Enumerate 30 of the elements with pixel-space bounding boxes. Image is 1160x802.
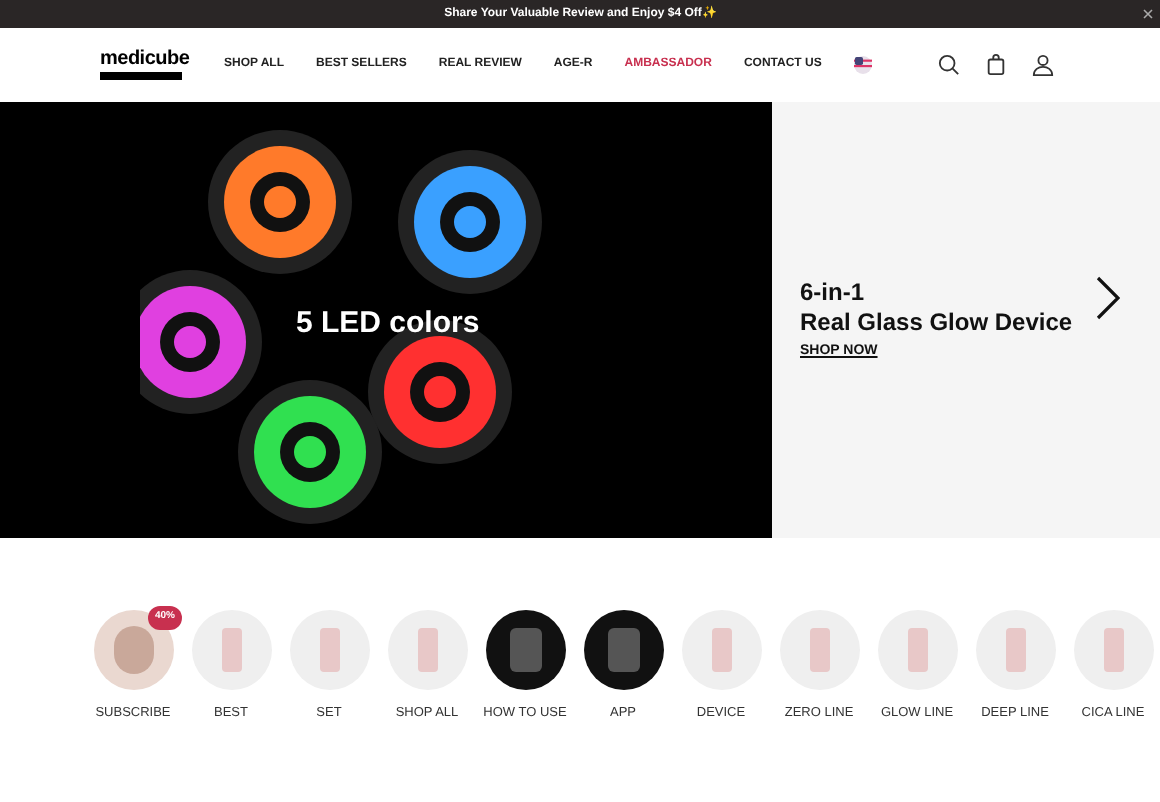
category-thumbnail[interactable] bbox=[191, 610, 271, 690]
product-placeholder bbox=[417, 628, 437, 672]
product-placeholder bbox=[1103, 628, 1123, 672]
product-placeholder bbox=[221, 628, 241, 672]
photo-placeholder bbox=[607, 628, 639, 672]
category-thumbnail[interactable] bbox=[681, 610, 761, 690]
category-thumbnail[interactable] bbox=[975, 610, 1055, 690]
category-thumbnail[interactable] bbox=[485, 610, 565, 690]
category-thumbnail[interactable] bbox=[289, 610, 369, 690]
close-icon[interactable] bbox=[1142, 8, 1154, 20]
category-thumbnail[interactable] bbox=[779, 610, 859, 690]
product-placeholder bbox=[907, 628, 927, 672]
category-thumbnail[interactable] bbox=[1073, 610, 1153, 690]
category-thumbnail[interactable] bbox=[387, 610, 467, 690]
logo[interactable]: medicube bbox=[100, 50, 220, 80]
user-icon[interactable] bbox=[1032, 54, 1054, 76]
hero-eyebrow: 6-in-1 bbox=[800, 277, 867, 308]
product-placeholder bbox=[711, 628, 731, 672]
photo-placeholder bbox=[509, 628, 541, 672]
hero-caption: 5 LED colors bbox=[296, 304, 480, 344]
shopping-bag-icon[interactable] bbox=[986, 54, 1006, 76]
product-placeholder bbox=[319, 628, 339, 672]
flag-icon[interactable] bbox=[853, 56, 872, 74]
category-thumbnail[interactable] bbox=[583, 610, 663, 690]
product-placeholder bbox=[809, 628, 829, 672]
category-thumbnail[interactable] bbox=[877, 610, 957, 690]
product-placeholder bbox=[1005, 628, 1025, 672]
photo-placeholder bbox=[113, 626, 153, 674]
search-icon[interactable] bbox=[938, 54, 960, 76]
hero-title: Real Glass Glow Device bbox=[800, 307, 1073, 338]
